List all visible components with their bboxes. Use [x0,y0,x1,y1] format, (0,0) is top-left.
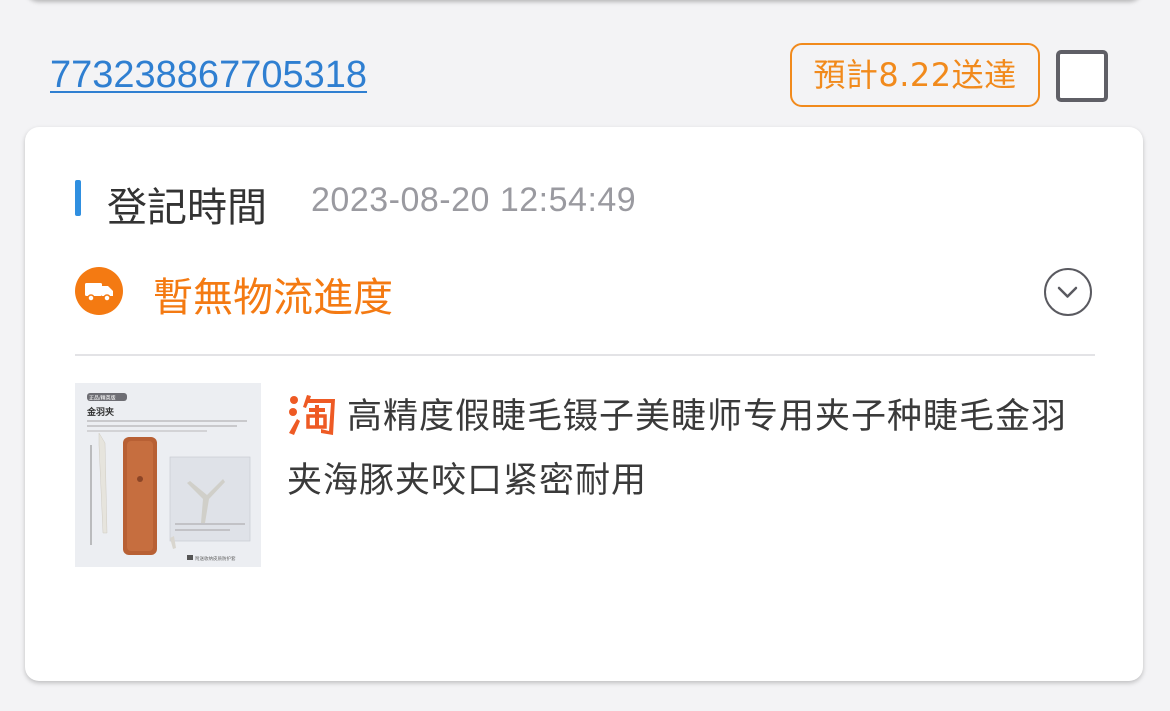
product-thumbnail[interactable]: 正品/精英版 金羽夹 附送收纳皮质防护套 [75,383,261,567]
thumb-title: 金羽夹 [86,406,114,418]
thumb-footer: 附送收纳皮质防护套 [195,555,236,562]
shipment-card: 登記時間 2023-08-20 12:54:49 暫無物流進度 正品/精英版 金… [25,127,1143,681]
product-title[interactable]: 高精度假睫毛镊子美睫师专用夹子种睫毛金羽夹海豚夹咬口紧密耐用 [287,385,1087,513]
order-header: 773238867705318 預計8.22送達 [0,40,1170,116]
tracking-number-link[interactable]: 773238867705318 [50,54,367,97]
select-checkbox[interactable] [1056,50,1108,102]
section-accent-bar [75,180,81,216]
divider [75,354,1095,356]
thumb-tag: 正品/精英版 [89,395,116,402]
logistics-status: 暫無物流進度 [153,275,393,321]
registration-time: 2023-08-20 12:54:49 [311,181,637,219]
registration-label: 登記時間 [107,185,267,231]
expand-chevron-icon[interactable] [1044,268,1092,316]
eta-badge: 預計8.22送達 [790,43,1040,107]
truck-icon [75,267,123,315]
